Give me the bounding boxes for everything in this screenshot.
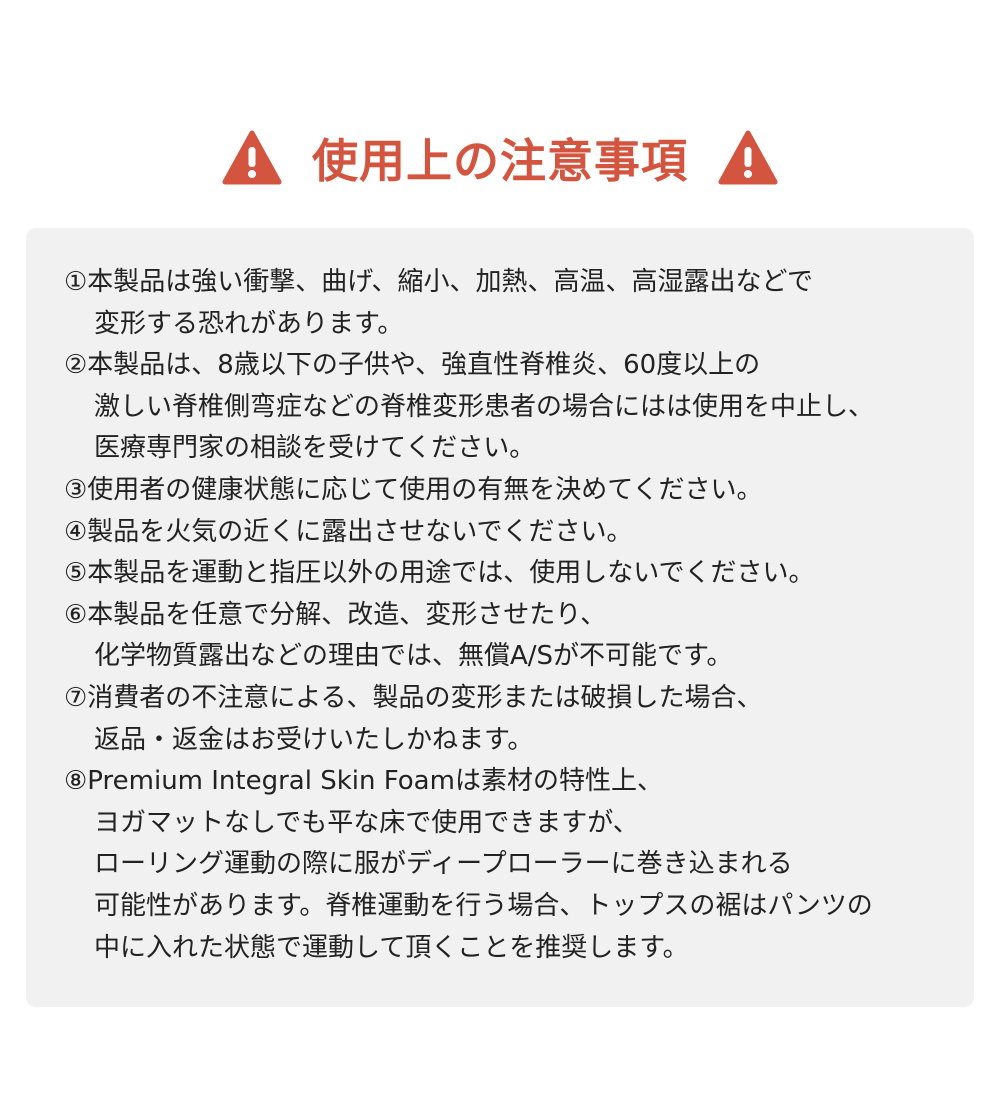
notes-list: ①本製品は強い衝撃、曲げ、縮小、加熱、高温、高湿露出などで 変形する恐れがありま… (64, 262, 969, 969)
notice-header: 使用上の注意事項 (0, 122, 1000, 194)
note-item: ⑤本製品を運動と指圧以外の用途では、使用しないでください。 (64, 553, 969, 595)
note-item: ③使用者の健康状態に応じて使用の有無を決めてください。 (64, 470, 969, 512)
note-text: ローリング運動の際に服がディープローラーに巻き込まれる (94, 849, 793, 880)
note-item: ②本製品は、8歳以下の子供や、強直性脊椎炎、60度以上の 激しい脊椎側弯症などの… (64, 345, 969, 470)
note-text: 化学物質露出などの理由では、無償A/Sが不可能です。 (94, 641, 733, 672)
page-title: 使用上の注意事項 (312, 134, 688, 188)
note-text: 変形する恐れがあります。 (94, 308, 404, 339)
note-text: ②本製品は、8歳以下の子供や、強直性脊椎炎、60度以上の (64, 350, 761, 381)
note-text: 返品・返金はお受けいたしかねます。 (94, 724, 534, 755)
note-text: ③使用者の健康状態に応じて使用の有無を決めてください。 (64, 474, 763, 505)
note-item: ④製品を火気の近くに露出させないでください。 (64, 512, 969, 554)
note-item: ⑧Premium Integral Skin Foamは素材の特性上、 ヨガマッ… (64, 761, 969, 969)
warning-triangle-icon (718, 130, 778, 185)
note-text: 中に入れた状態で運動して頂くことを推奨します。 (94, 932, 689, 963)
note-text: ①本製品は強い衝撃、曲げ、縮小、加熱、高温、高湿露出などで (64, 267, 813, 297)
note-text: 激しい脊椎側弯症などの脊椎変形患者の場合にはは使用を中止し、 (94, 391, 875, 422)
note-text: 医療専門家の相談を受けてください。 (94, 433, 536, 464)
note-item: ⑦消費者の不注意による、製品の変形または破損した場合、 返品・返金はお受けいたし… (64, 678, 969, 761)
note-text: ⑧Premium Integral Skin Foamは素材の特性上、 (64, 766, 663, 797)
note-text: ⑦消費者の不注意による、製品の変形または破損した場合、 (64, 682, 763, 713)
note-text: ヨガマットなしでも平な床で使用できますが、 (94, 807, 639, 838)
note-item: ①本製品は強い衝撃、曲げ、縮小、加熱、高温、高湿露出などで 変形する恐れがありま… (64, 262, 969, 345)
warning-triangle-icon (222, 130, 282, 185)
note-text: ④製品を火気の近くに露出させないでください。 (64, 516, 633, 547)
note-item: ⑥本製品を任意で分解、改造、変形させたり、 化学物質露出などの理由では、無償A/… (64, 595, 969, 678)
note-text: ⑤本製品を運動と指圧以外の用途では、使用しないでください。 (64, 558, 815, 589)
note-text: 可能性があります。脊椎運動を行う場合、トップスの裾はパンツの (94, 890, 873, 921)
note-text: ⑥本製品を任意で分解、改造、変形させたり、 (64, 599, 607, 630)
